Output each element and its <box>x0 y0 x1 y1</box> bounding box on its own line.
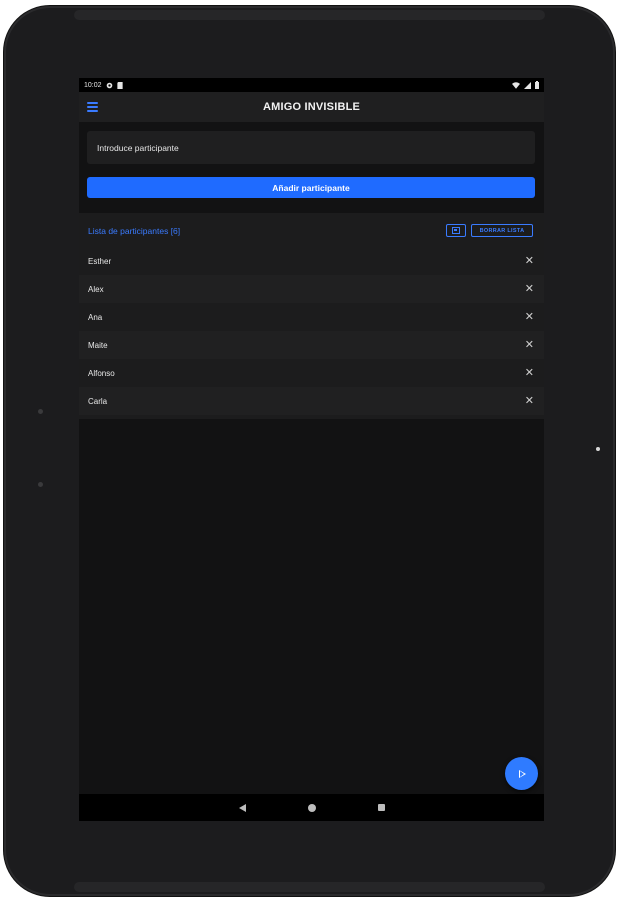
front-sensor <box>38 409 43 414</box>
system-nav-bar <box>79 794 544 821</box>
participants-card: Lista de participantes [6] BORRAR LISTA … <box>79 213 544 419</box>
start-draw-button[interactable] <box>505 757 538 790</box>
participant-input[interactable] <box>87 131 535 164</box>
back-icon[interactable] <box>238 803 246 812</box>
participant-row: Maite ✕ <box>79 331 544 359</box>
participant-row: Alfonso ✕ <box>79 359 544 387</box>
participants-title: Lista de participantes [6] <box>88 226 181 236</box>
settings-icon <box>106 82 112 88</box>
status-bar: 10:02 <box>79 78 544 92</box>
close-icon[interactable]: ✕ <box>525 395 534 407</box>
save-icon <box>452 227 460 234</box>
participant-name: Maite <box>88 340 108 350</box>
close-icon[interactable]: ✕ <box>525 255 534 267</box>
battery-icon <box>535 81 539 89</box>
signal-icon <box>524 81 531 89</box>
hamburger-menu-icon[interactable] <box>87 102 98 112</box>
camera-dot <box>596 447 600 451</box>
participants-header: Lista de participantes [6] BORRAR LISTA <box>79 213 544 247</box>
save-list-button[interactable] <box>446 224 466 237</box>
participant-name: Carla <box>88 396 108 406</box>
close-icon[interactable]: ✕ <box>525 311 534 323</box>
participant-name: Alex <box>88 284 104 294</box>
participant-name: Ana <box>88 312 103 322</box>
play-icon <box>519 769 526 778</box>
close-icon[interactable]: ✕ <box>525 367 534 379</box>
participant-row: Carla ✕ <box>79 387 544 415</box>
recents-icon[interactable] <box>377 804 385 811</box>
front-sensor <box>38 482 43 487</box>
app-bar: AMIGO INVISIBLE <box>79 92 544 122</box>
clear-list-button[interactable]: BORRAR LISTA <box>471 224 533 237</box>
close-icon[interactable]: ✕ <box>525 283 534 295</box>
participant-name: Alfonso <box>88 368 115 378</box>
close-icon[interactable]: ✕ <box>525 339 534 351</box>
sd-card-icon <box>116 81 123 89</box>
participant-row: Alex ✕ <box>79 275 544 303</box>
participant-row: Ana ✕ <box>79 303 544 331</box>
app-screen: 10:02 AMIGO INVISIBLE Introduce particip… <box>79 78 544 821</box>
participant-row: Esther ✕ <box>79 247 544 275</box>
participant-name: Esther <box>88 256 112 266</box>
status-time: 10:02 <box>84 81 102 89</box>
home-icon[interactable] <box>307 803 316 812</box>
wifi-icon <box>512 81 520 89</box>
app-title: AMIGO INVISIBLE <box>262 101 361 113</box>
add-participant-button[interactable]: Añadir participante <box>87 177 535 198</box>
